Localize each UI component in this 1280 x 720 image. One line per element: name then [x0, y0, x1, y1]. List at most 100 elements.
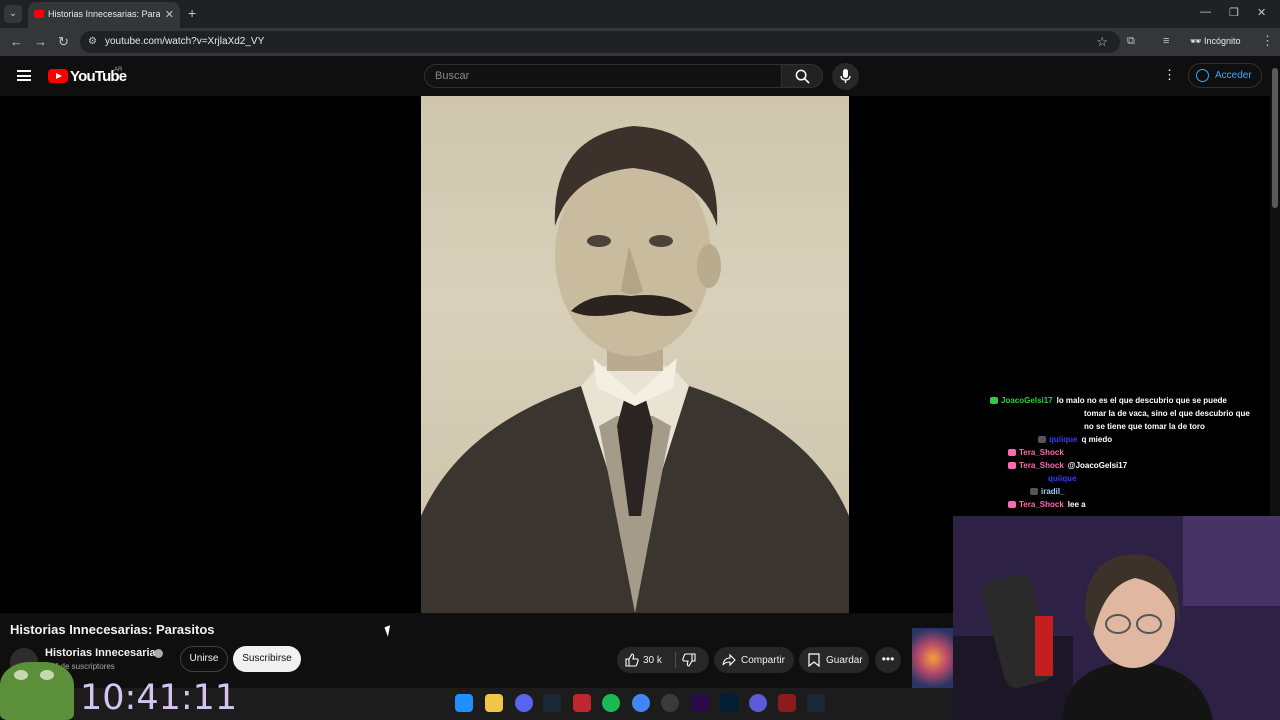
chat-text: @JoacoGelsi17: [1067, 461, 1128, 470]
voice-search-button[interactable]: [832, 63, 859, 90]
minimize-icon[interactable]: —: [1200, 6, 1211, 18]
mouse-cursor-icon: [384, 625, 394, 637]
streamer-webcam: [953, 516, 1280, 720]
heart-badge-icon: [1008, 462, 1016, 470]
chat-username: quiique: [1049, 435, 1078, 444]
settings-dots-icon[interactable]: ⋮: [1163, 67, 1176, 83]
premiere-icon[interactable]: [691, 694, 709, 712]
verified-icon: [154, 649, 163, 658]
heart-badge-icon: [1008, 501, 1016, 509]
close-window-icon[interactable]: ✕: [1257, 6, 1266, 19]
like-dislike-group: 30 k: [617, 647, 709, 673]
sign-in-button[interactable]: Acceder: [1188, 63, 1262, 88]
subscribe-button[interactable]: Suscribirse: [233, 646, 301, 672]
site-info-icon[interactable]: ⚙: [88, 36, 97, 47]
share-label: Compartir: [741, 655, 785, 666]
chat-username: Tera_Shock: [1019, 448, 1064, 457]
pepe-frog-sticker: [0, 662, 74, 720]
video-title: Historias Innecesarias: Parasitos: [10, 622, 215, 637]
browser-menu-icon[interactable]: ⋮: [1261, 33, 1274, 49]
chat-text: q miedo: [1081, 435, 1113, 444]
chrome-icon[interactable]: [632, 694, 650, 712]
forward-icon[interactable]: →: [34, 34, 47, 49]
stream-clock: 10:41:11: [80, 678, 238, 718]
incognito-indicator[interactable]: 🕶 Incógnito: [1190, 36, 1240, 47]
search-input[interactable]: [435, 70, 765, 82]
heart-badge-icon: [1008, 449, 1016, 457]
url-text[interactable]: youtube.com/watch?v=XrjlaXd2_VY: [105, 36, 264, 47]
steam-icon[interactable]: [543, 694, 561, 712]
app-icon-grid[interactable]: [778, 694, 796, 712]
youtube-header: YouTube AR ⋮ Acceder: [0, 56, 1280, 96]
search-button[interactable]: [781, 64, 823, 88]
obs-icon[interactable]: [661, 694, 679, 712]
close-tab-icon[interactable]: ✕: [165, 8, 174, 21]
app-icon-c[interactable]: [749, 694, 767, 712]
youtube-logo-icon[interactable]: [48, 69, 68, 83]
like-button[interactable]: [625, 653, 639, 670]
discord-icon[interactable]: [515, 694, 533, 712]
chat-message: no se tiene que tomar la de toro: [1084, 420, 1280, 433]
file-explorer-icon[interactable]: [485, 694, 503, 712]
chat-text: lee a: [1067, 500, 1086, 509]
address-bar[interactable]: ⚙ youtube.com/watch?v=XrjlaXd2_VY ☆: [80, 31, 1120, 53]
country-code: AR: [114, 67, 123, 73]
share-icon: [722, 653, 736, 670]
browser-tab[interactable]: Historias Innecesarias: Parasitos ✕: [28, 2, 180, 28]
chat-username: Tera_Shock: [1019, 461, 1064, 470]
chat-text: lo malo no es el que descubrio que se pu…: [1056, 396, 1227, 405]
browser-toolbar: ← → ↻ ⚙ youtube.com/watch?v=XrjlaXd2_VY …: [0, 28, 1280, 56]
join-button[interactable]: Unirse: [180, 646, 228, 672]
new-tab-icon[interactable]: +: [188, 5, 196, 21]
chat-message: iradil_: [1030, 485, 1280, 498]
start-menu-icon[interactable]: [455, 694, 473, 712]
share-button[interactable]: Compartir: [714, 647, 794, 673]
chat-message: JoacoGelsi17 lo malo no es el que descubr…: [990, 394, 1270, 407]
save-button[interactable]: Guardar: [799, 647, 869, 673]
chat-message: quiique: [1048, 472, 1280, 485]
bookmark-star-icon[interactable]: ☆: [1096, 34, 1108, 50]
chat-badge-icon: [1030, 488, 1038, 496]
youtube-favicon-icon: [34, 10, 44, 18]
dislike-button[interactable]: [682, 653, 696, 670]
chat-username: iradil_: [1041, 487, 1065, 496]
account-icon: [1196, 69, 1209, 82]
chat-username: JoacoGelsi17: [1001, 396, 1053, 405]
chat-username: Tera_Shock: [1019, 500, 1064, 509]
video-frame-portrait: [421, 96, 849, 613]
chat-username: quiique: [1048, 474, 1077, 483]
photoshop-icon[interactable]: [720, 694, 738, 712]
media-control-icon[interactable]: ≡: [1163, 35, 1169, 47]
spotify-icon[interactable]: [602, 694, 620, 712]
chat-message: Tera_Shock @JoacoGelsi17: [1008, 459, 1280, 472]
browser-tabstrip: ⌄ Historias Innecesarias: Parasitos ✕ + …: [0, 0, 1280, 28]
chat-message: tomar la de vaca, sino el que descubrio …: [1084, 407, 1280, 420]
chat-message: Tera_Shock lee a: [1008, 498, 1280, 511]
scrollbar-thumb[interactable]: [1272, 68, 1278, 208]
steam-icon-2[interactable]: [807, 694, 825, 712]
back-icon[interactable]: ←: [10, 34, 23, 49]
tab-search-button[interactable]: ⌄: [4, 5, 22, 23]
save-label: Guardar: [826, 655, 863, 666]
tab-title: Historias Innecesarias: Parasitos: [48, 9, 160, 19]
app-icon-red[interactable]: [573, 694, 591, 712]
like-separator: [675, 652, 676, 668]
restore-icon[interactable]: ❐: [1229, 6, 1239, 19]
sign-in-label: Acceder: [1215, 70, 1252, 81]
more-actions-button[interactable]: •••: [875, 647, 901, 673]
portrait-image: [421, 126, 849, 613]
microphone-icon: [840, 69, 851, 83]
menu-icon[interactable]: [17, 70, 31, 81]
stream-chat-overlay: JoacoGelsi17 lo malo no es el que descubr…: [990, 394, 1270, 514]
thumbs-up-icon: [625, 653, 639, 667]
incognito-icon: 🕶: [1190, 36, 1204, 46]
recommended-thumbnail[interactable]: [912, 628, 954, 688]
extensions-icon[interactable]: ⧉: [1127, 35, 1135, 48]
chat-badge-icon: [1038, 436, 1046, 444]
search-icon: [795, 69, 810, 84]
chat-text: tomar la de vaca, sino el que descubrio …: [1084, 409, 1250, 418]
chat-badge-icon: [990, 397, 998, 405]
reload-icon[interactable]: ↻: [58, 34, 69, 50]
bookmark-icon: [808, 653, 820, 670]
channel-name[interactable]: Historias Innecesarias: [45, 647, 162, 659]
